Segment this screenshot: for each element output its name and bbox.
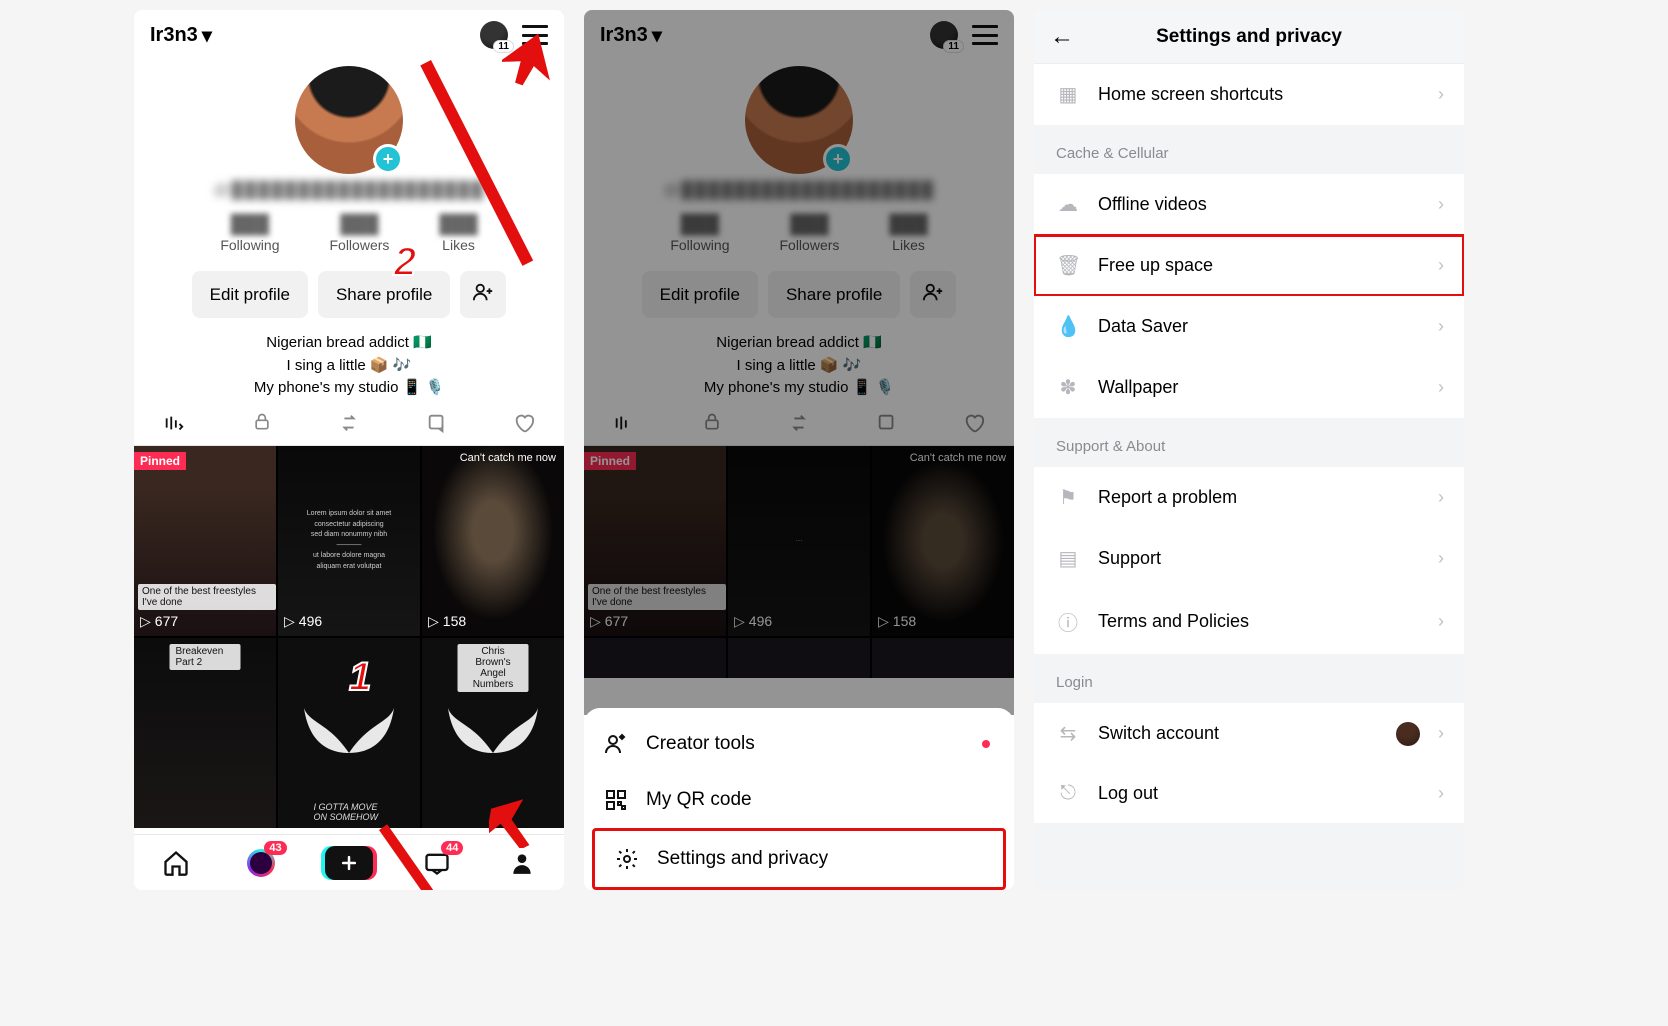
settings-offline-videos[interactable]: ☁ Offline videos ›: [1034, 174, 1464, 235]
username-dropdown[interactable]: Ir3n3 ▾: [600, 23, 662, 48]
settings-report-problem[interactable]: ⚑ Report a problem ›: [1034, 467, 1464, 528]
page-title: Settings and privacy: [1156, 26, 1342, 48]
sheet-label: Creator tools: [646, 733, 755, 755]
flag-icon: ⚑: [1056, 485, 1080, 510]
settings-data-saver[interactable]: 💧 Data Saver ›: [1034, 296, 1464, 357]
tab-reposts-icon[interactable]: [329, 412, 369, 439]
username-text: Ir3n3: [150, 24, 198, 47]
annotation-step-1: 1: [349, 655, 371, 700]
group-login-title: Login: [1034, 654, 1464, 703]
trash-icon: 🗑: [1056, 253, 1080, 278]
sheet-settings-privacy[interactable]: Settings and privacy: [595, 831, 1003, 887]
add-story-icon[interactable]: +: [373, 144, 403, 174]
tab-private-icon[interactable]: [242, 412, 282, 439]
username-dropdown[interactable]: Ir3n3 ▾: [150, 23, 212, 48]
sheet-creator-tools[interactable]: Creator tools: [584, 716, 1014, 772]
annotation-step-2: 2: [394, 240, 416, 285]
video-thumb[interactable]: Pinned One of the best freestyles I've d…: [134, 446, 276, 636]
bottom-sheet: Creator tools My QR code Settings and pr…: [584, 708, 1014, 890]
notification-dot-icon: [982, 740, 990, 748]
add-friend-button[interactable]: [460, 271, 506, 318]
logout-icon: ⎋: [1056, 782, 1080, 805]
bio-line: I sing a little 📦 🎶: [134, 355, 564, 378]
phone-panel-2: Ir3n3 ▾ 11 + @███████████████████ ███Fol…: [584, 10, 1014, 890]
stat-followers[interactable]: ███ Followers: [329, 214, 389, 253]
chevron-down-icon: ▾: [652, 23, 662, 48]
chevron-right-icon: ›: [1438, 84, 1444, 105]
back-arrow-icon[interactable]: ←: [1050, 23, 1074, 51]
tab-saved-icon[interactable]: [417, 412, 457, 439]
cloud-icon: ☁: [1056, 192, 1080, 217]
chat-icon: ▤: [1056, 546, 1080, 571]
tab-feed-icon[interactable]: [154, 412, 194, 439]
gear-icon: [615, 847, 639, 871]
group-cache-title: Cache & Cellular: [1034, 125, 1464, 174]
share-profile-button[interactable]: Share profile: [318, 271, 450, 318]
home-tab-icon[interactable]: [156, 843, 196, 883]
stat-likes[interactable]: ███ Likes: [439, 214, 477, 253]
video-thumb[interactable]: Can't catch me now ▷158: [422, 446, 564, 636]
arrow-icon: [502, 32, 557, 87]
play-icon: ▷: [140, 613, 151, 630]
settings-wallpaper[interactable]: ✽ Wallpaper ›: [1034, 357, 1464, 418]
phone-panel-1: Ir3n3 ▾ 11 + @███████████████████ ███ Fo…: [134, 10, 564, 890]
arrow-icon: [489, 798, 539, 848]
profile-avatar[interactable]: +: [295, 66, 403, 174]
drop-icon: 💧: [1056, 314, 1080, 339]
stat-following[interactable]: ███ Following: [220, 214, 279, 253]
sheet-label: My QR code: [646, 789, 752, 811]
create-button[interactable]: [325, 846, 373, 880]
settings-support[interactable]: ▤ Support ›: [1034, 528, 1464, 589]
phone-panel-3: ← Settings and privacy ▦ Home screen sho…: [1034, 10, 1464, 890]
settings-log-out[interactable]: ⎋ Log out ›: [1034, 764, 1464, 823]
video-thumb[interactable]: Lorem ipsum dolor sit ametconsectetur ad…: [278, 446, 420, 636]
edit-profile-button[interactable]: Edit profile: [192, 271, 308, 318]
sparkle-icon: ✽: [1056, 375, 1080, 400]
profile-avatar: +: [745, 66, 853, 174]
play-count: ▷677: [140, 613, 178, 630]
bio-line: Nigerian bread addict 🇳🇬: [134, 332, 564, 355]
home-shortcut-icon: ▦: [1056, 82, 1080, 107]
add-story-icon: +: [823, 144, 853, 174]
friends-tab[interactable]: 43: [241, 843, 281, 883]
settings-switch-account[interactable]: ⇆ Switch account ›: [1034, 703, 1464, 764]
tab-liked-icon[interactable]: [504, 412, 544, 439]
sheet-label: Settings and privacy: [657, 848, 828, 870]
menu-icon[interactable]: [972, 25, 998, 45]
group-support-title: Support & About: [1034, 418, 1464, 467]
friends-badge: 43: [264, 841, 286, 855]
inbox-badge: 44: [441, 841, 463, 855]
video-thumb[interactable]: Breakeven Part 2: [134, 638, 276, 828]
settings-free-up-space[interactable]: 🗑 Free up space ›: [1034, 235, 1464, 296]
account-avatar-icon: [1396, 722, 1420, 746]
settings-terms[interactable]: ⓘ Terms and Policies ›: [1034, 589, 1464, 654]
pinned-badge: Pinned: [134, 452, 186, 470]
bio-line: My phone's my studio 📱 🎙️: [134, 377, 564, 400]
header-avatar[interactable]: 11: [930, 21, 958, 49]
profile-tab-icon[interactable]: [502, 843, 542, 883]
settings-home-shortcuts[interactable]: ▦ Home screen shortcuts ›: [1034, 64, 1464, 125]
switch-icon: ⇆: [1056, 721, 1080, 746]
info-icon: ⓘ: [1056, 607, 1080, 636]
chevron-down-icon: ▾: [202, 23, 212, 48]
sheet-qr-code[interactable]: My QR code: [584, 772, 1014, 828]
